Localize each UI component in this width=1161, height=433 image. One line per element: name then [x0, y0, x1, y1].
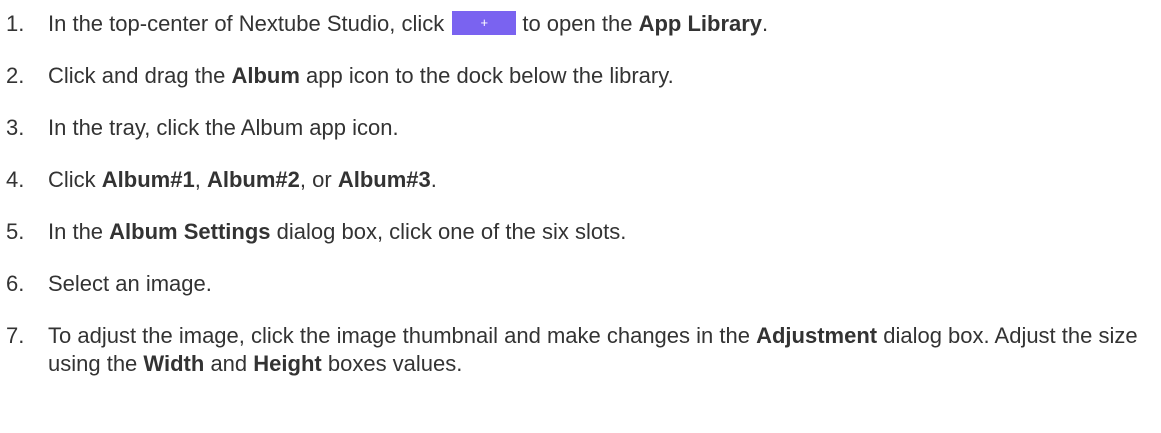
- album-1-label: Album#1: [101, 167, 195, 192]
- step-number: 7.: [6, 323, 25, 348]
- step-number: 5.: [6, 219, 25, 244]
- step-text: In the Album Settings dialog box, click …: [48, 218, 1161, 246]
- width-label: Width: [143, 351, 205, 376]
- album-settings-label: Album Settings: [109, 219, 271, 244]
- step-text-part: dialog box, click one of the six slots.: [276, 219, 627, 244]
- step-number: 2.: [6, 63, 25, 88]
- step-number: 1.: [6, 11, 25, 36]
- step-number: 3.: [6, 115, 25, 140]
- step-2: 2. Click and drag the Album app icon to …: [0, 62, 1161, 90]
- step-text-part: To adjust the image, click the image thu…: [48, 323, 750, 348]
- step-text-part: and: [210, 351, 248, 376]
- album-2-label: Album#2: [206, 167, 300, 192]
- step-text-part: Click and drag the: [48, 63, 226, 88]
- step-text: To adjust the image, click the image thu…: [48, 322, 1161, 378]
- plus-icon: +: [480, 15, 489, 31]
- app-library-label: App Library: [638, 11, 763, 36]
- step-text: Select an image.: [48, 270, 1161, 298]
- height-label: Height: [253, 351, 322, 376]
- step-text-part: .: [762, 11, 769, 36]
- step-text-part: Select an image.: [48, 271, 212, 296]
- step-text-part: .: [430, 167, 437, 192]
- step-6: 6. Select an image.: [0, 270, 1161, 298]
- step-text-part: boxes values.: [327, 351, 463, 376]
- step-text: In the tray, click the Album app icon.: [48, 114, 1161, 142]
- adjustment-label: Adjustment: [756, 323, 878, 348]
- step-text-part: In the tray, click the Album app icon.: [48, 115, 399, 140]
- step-text-part: Click: [48, 167, 96, 192]
- step-text: In the top-center of Nextube Studio, cli…: [48, 10, 1161, 38]
- step-text-part: app icon to the dock below the library.: [306, 63, 674, 88]
- step-1: 1. In the top-center of Nextube Studio, …: [0, 10, 1161, 38]
- album-3-label: Album#3: [337, 167, 431, 192]
- step-7: 7. To adjust the image, click the image …: [0, 322, 1161, 378]
- step-5: 5. In the Album Settings dialog box, cli…: [0, 218, 1161, 246]
- step-text-part: ,: [194, 167, 201, 192]
- add-app-button: +: [452, 11, 517, 36]
- step-3: 3. In the tray, click the Album app icon…: [0, 114, 1161, 142]
- step-text-part: , or: [299, 167, 332, 192]
- step-text-part: In the: [48, 219, 104, 244]
- step-text: Click and drag the Album app icon to the…: [48, 62, 1161, 90]
- step-text-part: to open the: [522, 11, 633, 36]
- step-text-part: In the top-center of Nextube Studio, cli…: [48, 11, 445, 36]
- step-number: 6.: [6, 271, 25, 296]
- step-number: 4.: [6, 167, 25, 192]
- album-label: Album: [231, 63, 300, 88]
- step-4: 4. Click Album#1, Album#2, or Album#3.: [0, 166, 1161, 194]
- step-text: Click Album#1, Album#2, or Album#3.: [48, 166, 1161, 194]
